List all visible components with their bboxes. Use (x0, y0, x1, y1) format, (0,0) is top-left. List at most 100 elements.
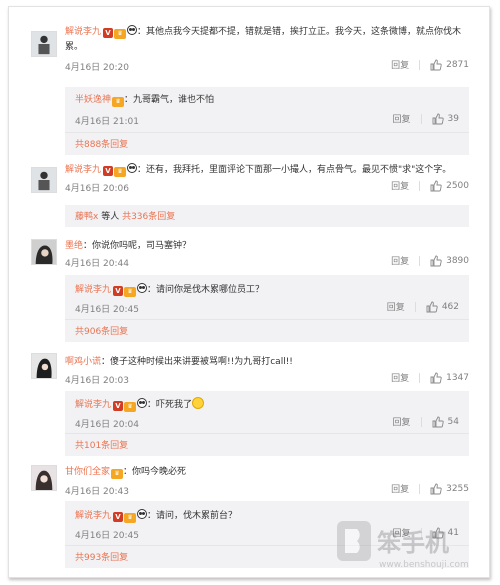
reply-button[interactable]: 回复 (391, 179, 409, 192)
comment-text: 解说李九 V ♛ ：其他点我今天提都不提，错就是错，挨打立正。我今天，这条微博，就点你… (65, 25, 469, 54)
username-link[interactable]: 解说李九 (65, 27, 101, 37)
sub-reply: 解说李九 V ♛ ：请问你是伐木累哪位员工？ 4月16日 20:45 回复 462 (65, 275, 469, 324)
comment-text: 解说李九 V ♛ ：请问你是伐木累哪位员工？ (75, 283, 459, 298)
svg-text:笨手机: 笨手机 (377, 529, 449, 557)
like-button[interactable]: 3890 (430, 255, 469, 267)
divider (419, 255, 421, 266)
avatar[interactable] (31, 353, 57, 379)
comment-screenshot-frame: 解说李九 V ♛ ：其他点我今天提都不提，错就是错，挨打立正。我今天，这条微博，就点你… (8, 6, 490, 578)
comment-time: 4月16日 21:01 (75, 117, 139, 127)
like-count: 1347 (446, 372, 469, 383)
avatar[interactable] (31, 167, 57, 193)
user-badges: V ♛ (111, 283, 148, 298)
vip-crown-icon: ♛ (112, 97, 125, 107)
comment-content: ：九哥霸气，谁也不怕 (124, 95, 215, 105)
comment-content: ：你说你吗呢，司马塞钟？ (83, 241, 192, 251)
like-button[interactable]: 1347 (430, 372, 469, 384)
username-link[interactable]: 解说李九 (75, 285, 111, 295)
comment-text: 墨绝：你说你吗呢，司马塞钟？ (65, 239, 469, 253)
verified-icon: V (113, 286, 124, 296)
reply-username-link[interactable]: 藤鸭x (75, 212, 98, 222)
panda-icon (127, 25, 138, 35)
reply-button[interactable]: 回复 (391, 254, 409, 267)
username-link[interactable]: 墨绝 (65, 241, 83, 251)
username-link[interactable]: 解说李九 (75, 400, 111, 410)
more-replies-bar: 藤鸭x 等人 共336条回复 (65, 205, 469, 227)
like-button[interactable]: 54 (432, 416, 459, 428)
more-replies-link[interactable]: 共993条回复 (75, 553, 128, 563)
more-replies-link[interactable]: 共888条回复 (75, 140, 128, 150)
verified-icon: V (103, 166, 114, 176)
more-replies-mid: 等人 (98, 212, 123, 222)
like-button[interactable]: 2500 (430, 180, 469, 192)
thumb-up-icon (430, 372, 442, 383)
username-link[interactable]: 解说李九 (75, 511, 111, 521)
comment-content: ：你吗今晚必死 (123, 467, 187, 477)
avatar[interactable] (31, 465, 57, 491)
more-replies-link[interactable]: 共906条回复 (75, 327, 128, 337)
comment-time: 4月16日 20:20 (65, 63, 129, 73)
comment-time: 4月16日 20:03 (65, 376, 129, 386)
comment-time: 4月16日 20:04 (75, 420, 139, 430)
comment-content: ：请问你是伐木累哪位员工？ (147, 285, 265, 295)
thumb-up-icon (430, 59, 442, 70)
comment-time: 4月16日 20:45 (75, 531, 139, 541)
vip-crown-icon: ♛ (124, 402, 137, 412)
like-button[interactable]: 39 (432, 113, 459, 125)
username-link[interactable]: 啊鸡小谎 (65, 357, 101, 367)
reply-button[interactable]: 回复 (393, 415, 411, 428)
thumb-up-icon (430, 483, 442, 494)
comment-text: 解说李九 V ♛ ：还有，我拜托，里面评论下面那一小撮人，有点骨气。最见不惯"求"这个… (65, 163, 469, 178)
like-count: 462 (441, 301, 459, 312)
avatar[interactable] (31, 239, 57, 265)
divider (420, 416, 422, 427)
like-button[interactable]: 3255 (430, 483, 469, 495)
panda-icon (137, 398, 148, 408)
like-count: 39 (447, 113, 459, 124)
username-link[interactable]: 解说李九 (65, 165, 101, 175)
panda-icon (127, 163, 138, 173)
like-count: 54 (447, 416, 459, 427)
comment-text: 半妖逸神 ♛ ：九哥霸气，谁也不怕 (75, 93, 459, 108)
reply-button[interactable]: 回复 (391, 371, 409, 384)
divider (419, 59, 421, 70)
thumb-up-icon (430, 180, 442, 191)
reply-button[interactable]: 回复 (391, 58, 409, 71)
divider (420, 113, 422, 124)
reply-button[interactable]: 回复 (387, 300, 405, 313)
vip-crown-icon: ♛ (124, 513, 137, 523)
divider (419, 180, 421, 191)
comment-time: 4月16日 20:06 (65, 184, 129, 194)
verified-icon: V (103, 28, 114, 38)
comment-content: ：傻子这种时候出来讲要被骂啊!!为九哥打call!! (101, 357, 293, 367)
more-replies-bar: 共888条回复 (65, 132, 469, 155)
reply-button[interactable]: 回复 (393, 112, 411, 125)
like-button[interactable]: 462 (426, 301, 459, 313)
user-badges: V ♛ (101, 25, 138, 40)
comment-text: 啊鸡小谎：傻子这种时候出来讲要被骂啊!!为九哥打call!! (65, 355, 469, 369)
comment-time: 4月16日 20:44 (65, 259, 129, 269)
more-replies-bar: 共101条回复 (65, 433, 469, 456)
comment-content: ：请问，伐木累前台？ (147, 511, 238, 521)
more-replies-link[interactable]: 共101条回复 (75, 441, 128, 451)
watermark-logo: 笨手机 www.benshouji.com (335, 513, 485, 573)
like-count: 2500 (446, 180, 469, 191)
sub-reply: 解说李九 V ♛ ：吓死我了 4月16日 20:04 回复 54 (65, 391, 469, 439)
like-button[interactable]: 2871 (430, 59, 469, 71)
like-count: 3255 (446, 483, 469, 494)
comment-time: 4月16日 20:45 (75, 305, 139, 315)
avatar[interactable] (31, 31, 57, 57)
thumb-up-icon (432, 416, 444, 427)
user-badges: ♛ (111, 94, 125, 108)
reply-button[interactable]: 回复 (391, 482, 409, 495)
verified-icon: V (113, 512, 124, 522)
smile-emoji-icon (192, 397, 205, 409)
user-badges: V ♛ (101, 163, 138, 178)
more-replies-bar: 共906条回复 (65, 319, 469, 342)
username-link[interactable]: 半妖逸神 (75, 95, 111, 105)
like-count: 2871 (446, 59, 469, 70)
vip-crown-icon: ♛ (114, 29, 127, 39)
more-replies-link[interactable]: 共336条回复 (122, 212, 175, 222)
vip-crown-icon: ♛ (114, 167, 127, 177)
username-link[interactable]: 甘你们全家 (65, 467, 110, 477)
